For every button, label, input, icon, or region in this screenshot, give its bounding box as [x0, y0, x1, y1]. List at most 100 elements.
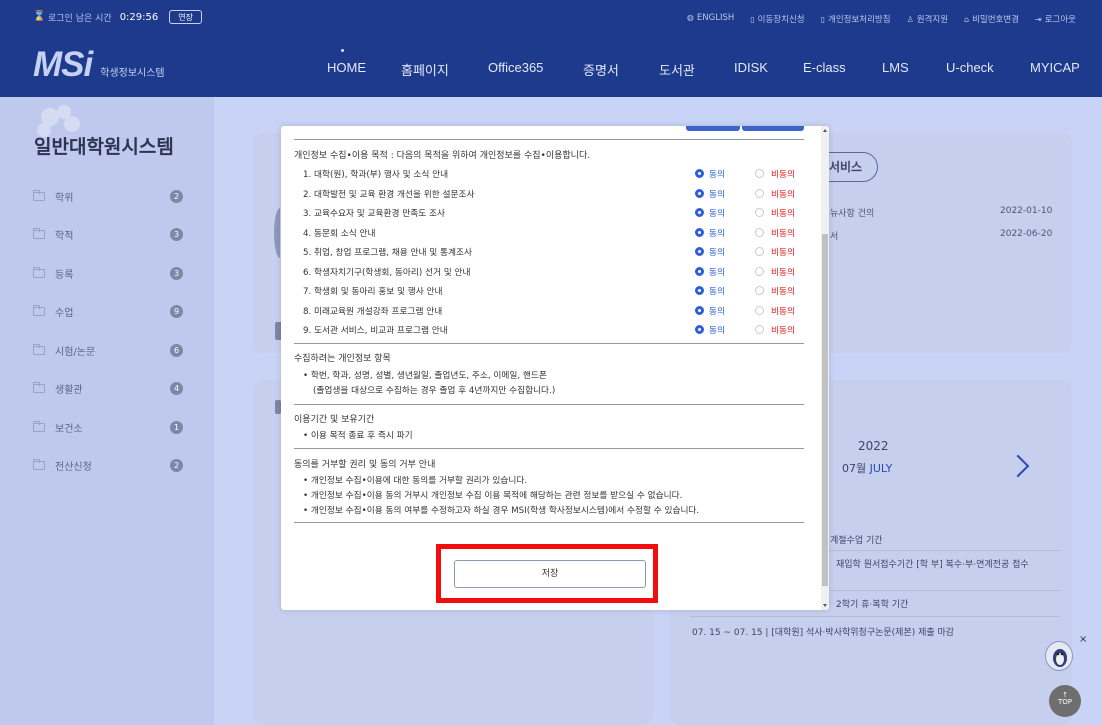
notice-title[interactable]: 서: [830, 229, 838, 242]
disagree-radio[interactable]: [755, 247, 764, 256]
folder-icon: [33, 266, 45, 278]
scroll-top-button[interactable]: ↑ TOP: [1049, 685, 1081, 717]
sidebar-item-academic-record[interactable]: 학적 3: [33, 216, 193, 255]
nav-homepage[interactable]: 홈페이지: [401, 60, 449, 79]
link-privacy-policy[interactable]: ▯ 개인정보처리방침: [821, 13, 891, 25]
nav-office365[interactable]: Office365: [488, 60, 543, 75]
modal-top-button[interactable]: [742, 126, 804, 131]
sidebar-title: 일반대학원시스템: [34, 136, 174, 158]
purpose-item: 3. 교육수요자 및 교육환경 만족도 조사: [303, 209, 445, 219]
nav-certificate[interactable]: 증명서: [583, 60, 619, 79]
mobile-icon: ▯: [750, 15, 755, 24]
sidebar-item-dormitory[interactable]: 생활관 4: [33, 370, 193, 409]
scroll-up-icon[interactable]: [823, 129, 827, 132]
purpose-item: 1. 대학(원), 학과(부) 행사 및 소식 안내: [303, 170, 449, 180]
sidebar-item-registration[interactable]: 등록 3: [33, 254, 193, 293]
sidebar-item-label: 학위: [55, 192, 74, 204]
mascot-chatbot-icon[interactable]: [1045, 641, 1073, 671]
logo-subtitle: 학생정보시스템: [100, 68, 165, 79]
items-title: 수집하려는 개인정보 항목: [294, 354, 391, 364]
disagree-radio[interactable]: [755, 208, 764, 217]
agree-radio[interactable]: [695, 325, 704, 334]
link-device-request[interactable]: ▯ 이동장치신청: [750, 13, 804, 25]
agree-radio[interactable]: [695, 208, 704, 217]
count-badge: 9: [170, 305, 183, 319]
agree-radio[interactable]: [695, 247, 704, 256]
folder-icon: [33, 343, 45, 355]
extend-session-button[interactable]: 연장: [169, 10, 202, 24]
agree-radio[interactable]: [695, 286, 704, 295]
disagree-radio[interactable]: [755, 286, 764, 295]
lock-icon: ⌂: [964, 15, 970, 24]
link-logout[interactable]: ⇥ 로그아웃: [1035, 13, 1076, 25]
folder-icon: [33, 382, 45, 394]
sidebar-item-it-request[interactable]: 전산신청 2: [33, 447, 193, 486]
nav-home[interactable]: HOME: [327, 60, 366, 75]
agree-radio[interactable]: [695, 305, 704, 315]
agree-radio[interactable]: [695, 169, 704, 178]
period-title: 이용기간 및 보유기간: [294, 415, 375, 425]
count-badge: 3: [170, 266, 183, 280]
sidebar-item-label: 시험/논문: [55, 346, 96, 358]
calendar-month: 07월 JULY: [842, 462, 893, 475]
link-change-password[interactable]: ⌂ 비밀번호변경: [964, 13, 1019, 25]
nav-ucheck[interactable]: U-check: [946, 60, 994, 75]
divider: [294, 139, 804, 140]
divider: [294, 448, 804, 449]
disagree-radio[interactable]: [755, 227, 764, 237]
session-label: 로그인 남은 시간: [48, 13, 112, 24]
purpose-item: 6. 학생자치기구(학생회, 동아리) 선거 및 안내: [303, 267, 471, 278]
agree-label: 동의: [709, 287, 725, 297]
sidebar-item-degree[interactable]: 학위 2: [33, 177, 193, 216]
sidebar-item-health-center[interactable]: 보건소 1: [33, 408, 193, 447]
scroll-down-icon[interactable]: [823, 604, 827, 607]
nav-idisk[interactable]: IDISK: [734, 60, 768, 75]
disagree-radio[interactable]: [755, 305, 764, 315]
link-remote-support[interactable]: ♙ 원격지원: [907, 13, 948, 25]
refuse-line: • 개인정보 수집•이용에 대한 동의를 거부할 권리가 있습니다.: [303, 476, 528, 486]
agree-radio[interactable]: [695, 266, 704, 276]
save-button[interactable]: 저장: [454, 560, 646, 588]
disagree-radio[interactable]: [755, 325, 764, 334]
sidebar-item-label: 전산신청: [55, 462, 92, 474]
refuse-title: 동의를 거부할 권리 및 동의 거부 안내: [294, 460, 436, 470]
nav-library[interactable]: 도서관: [659, 60, 695, 79]
globe-icon: ◍: [686, 13, 694, 22]
disagree-label: 비동의: [771, 209, 795, 219]
agree-radio[interactable]: [695, 227, 704, 237]
nav-myicap[interactable]: MYICAP: [1030, 60, 1080, 75]
disagree-label: 비동의: [771, 306, 795, 317]
scroll-thumb[interactable]: [822, 234, 828, 586]
agree-label: 동의: [709, 228, 725, 239]
link-english[interactable]: ◍ ENGLISH: [687, 13, 734, 25]
modal-top-button[interactable]: [686, 126, 740, 131]
sidebar-item-exam-thesis[interactable]: 시험/논문 6: [33, 331, 193, 370]
disagree-radio[interactable]: [755, 266, 764, 276]
sidebar-item-label: 수업: [55, 308, 74, 320]
purpose-item: 8. 미래교육원 개설강좌 프로그램 안내: [303, 306, 443, 317]
notice-title[interactable]: 뉴사항 건의: [830, 206, 874, 219]
nav-lms[interactable]: LMS: [882, 60, 909, 75]
sidebar-menu: 학위 2 학적 3 등록 3 수업 9 시험/논문 6 생활관 4 보건소 1 …: [33, 177, 193, 485]
disagree-radio[interactable]: [755, 188, 764, 198]
logo[interactable]: MSi 학생정보시스템: [33, 45, 165, 85]
agree-radio[interactable]: [695, 188, 704, 198]
count-badge: 6: [170, 343, 183, 357]
nav-eclass[interactable]: E-class: [803, 60, 846, 75]
disagree-radio[interactable]: [755, 169, 764, 178]
calendar-event: 2학기 휴·복학 기간: [836, 600, 909, 610]
notice-date: 2022-06-20: [1000, 229, 1053, 239]
folder-icon: [33, 189, 45, 201]
sidebar-item-class[interactable]: 수업 9: [33, 293, 193, 332]
logout-icon: ⇥: [1035, 15, 1042, 24]
sidebar-item-label: 등록: [55, 269, 74, 281]
purpose-item: 5. 취업, 창업 프로그램, 채용 안내 및 통계조사: [303, 248, 473, 258]
agree-label: 동의: [709, 248, 725, 258]
modal-scrollbar[interactable]: [821, 126, 829, 610]
divider: [690, 616, 1060, 617]
close-icon[interactable]: ×: [1079, 634, 1087, 645]
agree-label: 동의: [709, 170, 725, 180]
header: ⌛ 로그인 남은 시간 0:29:56 연장 ◍ ENGLISH ▯ 이동장치신청 …: [0, 0, 1102, 97]
disagree-label: 비동의: [771, 189, 795, 200]
agree-label: 동의: [709, 267, 725, 278]
